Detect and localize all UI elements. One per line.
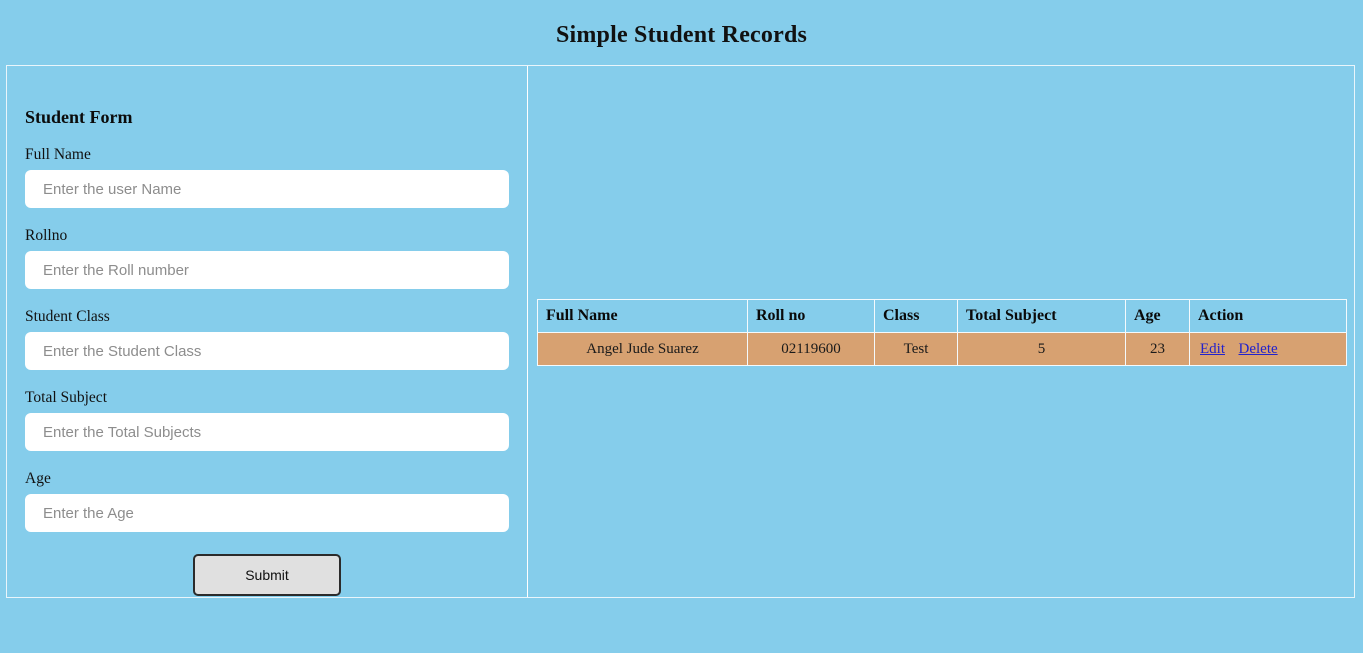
- field-rollno: Rollno: [7, 208, 527, 289]
- submit-button[interactable]: Submit: [193, 554, 341, 596]
- records-pane: Full Name Roll no Class Total Subject Ag…: [528, 66, 1354, 597]
- rollno-input[interactable]: [25, 251, 509, 289]
- page-title: Simple Student Records: [555, 22, 808, 48]
- student-class-input[interactable]: [25, 332, 509, 370]
- label-full-name: Full Name: [25, 146, 91, 163]
- student-form-heading: Student Form: [25, 107, 133, 127]
- delete-link[interactable]: Delete: [1239, 341, 1278, 357]
- label-student-class: Student Class: [25, 308, 110, 325]
- column-header-full-name: Full Name: [537, 299, 748, 333]
- cell-age: 23: [1125, 332, 1190, 366]
- cell-full-name: Angel Jude Suarez: [537, 332, 748, 366]
- field-student-class: Student Class: [7, 289, 527, 370]
- table-body: Angel Jude Suarez 02119600 Test 5 23 Edi…: [537, 332, 1347, 366]
- field-age: Age: [7, 451, 527, 532]
- student-records-table: Full Name Roll no Class Total Subject Ag…: [537, 299, 1347, 366]
- cell-action: Edit Delete: [1189, 332, 1347, 366]
- table-header: Full Name Roll no Class Total Subject Ag…: [537, 299, 1347, 333]
- field-total-subject: Total Subject: [7, 370, 527, 451]
- label-total-subject: Total Subject: [25, 389, 107, 406]
- column-header-action: Action: [1189, 299, 1347, 333]
- submit-row: Submit: [7, 532, 527, 596]
- cell-class: Test: [874, 332, 958, 366]
- label-rollno: Rollno: [25, 227, 68, 244]
- column-header-total-subject: Total Subject: [957, 299, 1126, 333]
- age-input[interactable]: [25, 494, 509, 532]
- cell-roll-no: 02119600: [747, 332, 875, 366]
- cell-total-subject: 5: [957, 332, 1126, 366]
- app-container: Student Form Full Name Rollno Student Cl…: [6, 65, 1355, 598]
- full-name-input[interactable]: [25, 170, 509, 208]
- column-header-class: Class: [874, 299, 958, 333]
- label-age: Age: [25, 470, 51, 487]
- table-header-row: Full Name Roll no Class Total Subject Ag…: [537, 299, 1347, 333]
- column-header-roll-no: Roll no: [747, 299, 875, 333]
- field-full-name: Full Name: [7, 127, 527, 208]
- student-form-pane: Student Form Full Name Rollno Student Cl…: [7, 66, 528, 597]
- column-header-age: Age: [1125, 299, 1190, 333]
- edit-link[interactable]: Edit: [1200, 341, 1225, 357]
- total-subject-input[interactable]: [25, 413, 509, 451]
- table-row: Angel Jude Suarez 02119600 Test 5 23 Edi…: [537, 332, 1347, 366]
